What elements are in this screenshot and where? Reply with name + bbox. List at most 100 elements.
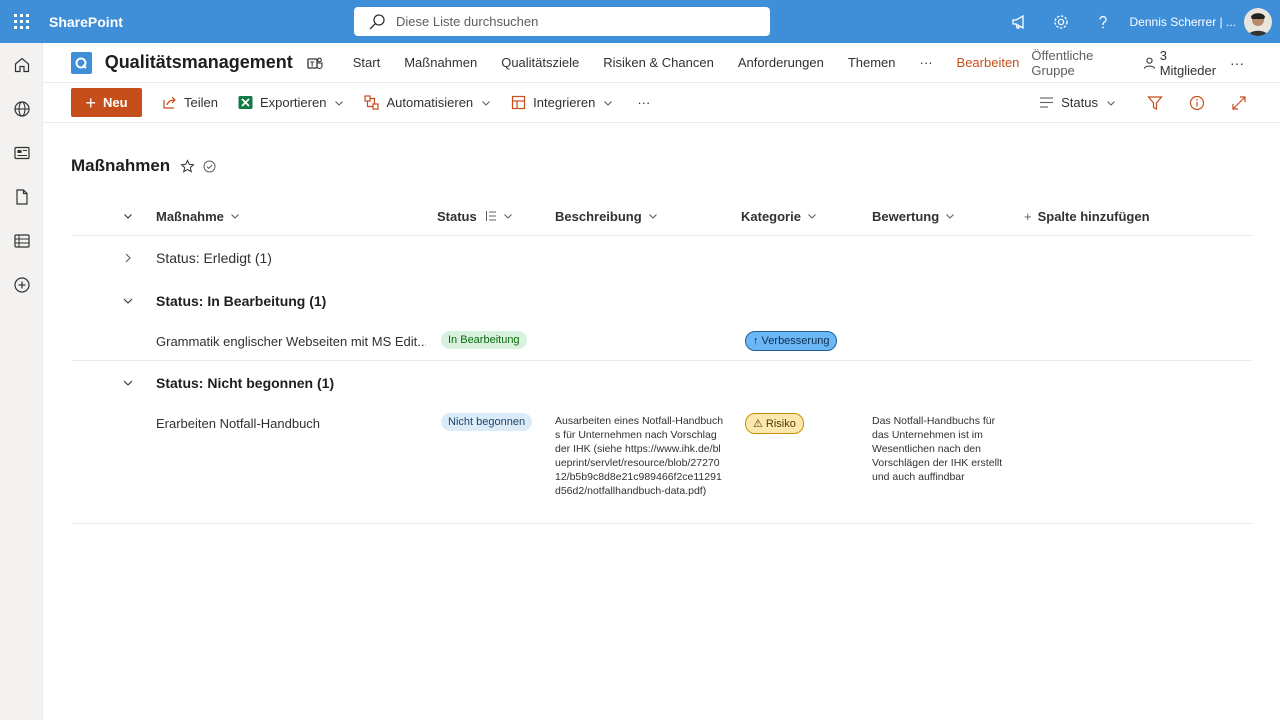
column-header-kategorie[interactable]: Kategorie [741, 196, 817, 236]
view-switcher[interactable]: Status [1039, 95, 1116, 110]
group-header-erledigt[interactable]: Status: Erledigt (1) [71, 238, 1252, 278]
list-title[interactable]: Maßnahmen [71, 156, 170, 176]
share-icon [163, 96, 176, 109]
teams-icon[interactable]: T [307, 55, 323, 71]
view-label: Status [1061, 95, 1098, 110]
column-label: Beschreibung [555, 208, 642, 224]
chevron-down-icon [808, 214, 816, 219]
export-button[interactable]: Exportieren [238, 95, 344, 110]
site-header: Qualitätsmanagement T Start Maßnahmen Qu… [43, 43, 1280, 83]
column-label: Status [437, 208, 477, 224]
chevron-down-icon [604, 100, 613, 106]
site-title[interactable]: Qualitätsmanagement [105, 52, 293, 73]
group-header-nicht-begonnen[interactable]: Status: Nicht begonnen (1) [71, 363, 1252, 403]
collapse-all-toggle[interactable] [123, 196, 133, 236]
chevron-right-icon[interactable] [121, 251, 135, 265]
nav-anforderungen[interactable]: Anforderungen [738, 55, 824, 70]
chevron-down-icon[interactable] [121, 294, 135, 308]
star-icon[interactable] [180, 158, 195, 174]
integrate-icon [512, 95, 526, 110]
cell-status: In Bearbeitung [441, 331, 527, 349]
integrate-button[interactable]: Integrieren [511, 95, 613, 110]
nav-risiken-chancen[interactable]: Risiken & Chancen [603, 55, 714, 70]
integrate-label: Integrieren [533, 95, 596, 110]
suite-bar: SharePoint Diese Liste durchsuchen Denni… [0, 0, 1280, 43]
user-name[interactable]: Dennis Scherrer | ... [1130, 15, 1237, 29]
excel-icon [238, 96, 253, 109]
table-row[interactable]: Grammatik englischer Webseiten mit MS Ed… [71, 322, 1252, 361]
chevron-down-icon [503, 214, 512, 219]
group-label: Status: In Bearbeitung (1) [156, 293, 327, 309]
column-header-bewertung[interactable]: Bewertung [872, 196, 955, 236]
column-header-status[interactable]: Status [437, 196, 513, 236]
add-column-label: Spalte hinzufügen [1037, 208, 1150, 224]
home-icon[interactable] [0, 43, 43, 87]
column-header-beschreibung[interactable]: Beschreibung [555, 196, 658, 236]
cell-category: ↑ Verbesserung [745, 331, 838, 351]
share-button[interactable]: Teilen [162, 95, 218, 110]
list-title-bar: Maßnahmen [71, 156, 216, 176]
list-icon[interactable] [0, 219, 43, 263]
column-header-massnahme[interactable]: Maßnahme [156, 196, 240, 236]
expand-icon[interactable] [1218, 95, 1260, 111]
gear-icon[interactable] [1040, 0, 1082, 43]
add-column-button[interactable]: + Spalte hinzufügen [1024, 196, 1150, 236]
add-circle-icon[interactable] [0, 263, 43, 307]
nav-massnahmen[interactable]: Maßnahmen [404, 55, 477, 70]
chevron-down-icon [335, 100, 344, 106]
avatar[interactable] [1244, 7, 1272, 36]
chevron-down-icon [946, 214, 955, 219]
site-logo[interactable] [71, 51, 92, 74]
group-label: Status: Erledigt (1) [156, 250, 272, 266]
brand-name[interactable]: SharePoint [49, 14, 354, 30]
status-badge: In Bearbeitung [441, 331, 527, 349]
column-header-row: Maßnahme Status Beschreibung Kategorie B… [71, 196, 1252, 236]
news-icon[interactable] [0, 131, 43, 175]
new-button-label: Neu [102, 95, 128, 110]
category-badge: ↑ Verbesserung [745, 331, 838, 351]
cell-name[interactable]: Erarbeiten Notfall-Handbuch [156, 416, 426, 431]
plus-icon: + [85, 92, 96, 113]
chevron-down-icon [482, 100, 491, 106]
nav-more[interactable]: ··· [920, 55, 933, 70]
chevron-down-icon [648, 214, 657, 219]
nav-themen[interactable]: Themen [848, 55, 896, 70]
group-header-in-bearbeitung[interactable]: Status: In Bearbeitung (1) [71, 281, 1252, 321]
checkmark-circle-icon[interactable] [203, 160, 216, 173]
automate-button[interactable]: Automatisieren [364, 95, 491, 110]
filter-icon[interactable] [1134, 95, 1176, 111]
column-label: Maßnahme [156, 208, 224, 224]
lines-icon [1040, 97, 1054, 108]
cell-name[interactable]: Grammatik englischer Webseiten mit MS Ed… [156, 334, 426, 349]
person-icon [1143, 57, 1155, 69]
members-button[interactable]: 3 Mitglieder [1143, 48, 1222, 78]
cell-description: Ausarbeiten eines Notfall-Handbuchs für … [555, 415, 724, 497]
search-input[interactable]: Diese Liste durchsuchen [354, 7, 770, 36]
category-badge: ⚠ Risiko [745, 413, 804, 434]
search-placeholder: Diese Liste durchsuchen [396, 14, 539, 29]
nav-qualitaetsziele[interactable]: Qualitätsziele [501, 55, 579, 70]
site-navigation: Start Maßnahmen Qualitätsziele Risiken &… [341, 55, 1032, 70]
automate-label: Automatisieren [386, 95, 474, 110]
chevron-down-icon[interactable] [121, 376, 135, 390]
help-icon[interactable] [1082, 0, 1124, 43]
document-icon[interactable] [0, 175, 43, 219]
nav-edit[interactable]: Bearbeiten [957, 55, 1020, 70]
info-icon[interactable] [1176, 95, 1218, 111]
members-count: 3 Mitglieder [1159, 47, 1217, 78]
megaphone-icon[interactable] [998, 0, 1040, 43]
site-more-button[interactable]: ··· [1230, 55, 1244, 71]
chevron-down-icon [1107, 100, 1115, 106]
plus-icon: + [1024, 208, 1032, 224]
command-bar: + Neu Teilen Exportieren Automatisieren … [43, 83, 1280, 123]
app-launcher-icon[interactable] [0, 0, 43, 43]
new-button[interactable]: + Neu [71, 88, 142, 117]
table-row[interactable]: Erarbeiten Notfall-Handbuch Nicht begonn… [71, 404, 1252, 524]
globe-icon[interactable] [0, 87, 43, 131]
nav-start[interactable]: Start [353, 55, 380, 70]
more-commands-button[interactable]: ··· [637, 95, 650, 110]
chevron-down-icon [231, 214, 239, 219]
column-label: Kategorie [741, 208, 801, 224]
group-type: Öffentliche Gruppe [1031, 47, 1094, 78]
flow-icon [364, 95, 380, 110]
